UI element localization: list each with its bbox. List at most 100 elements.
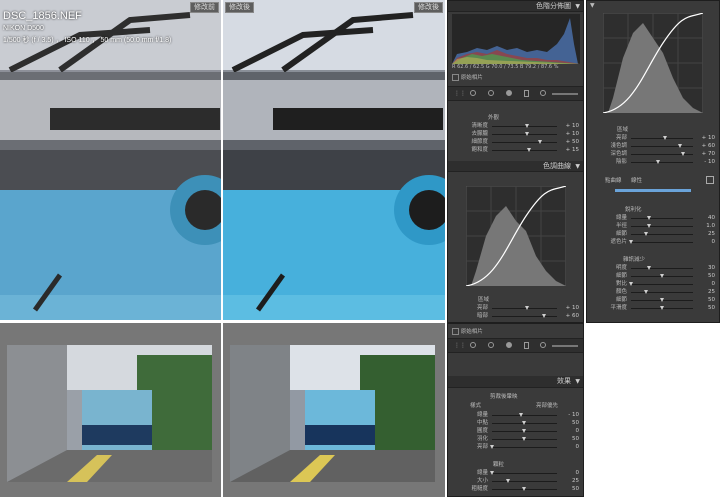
slider-value[interactable]: 25 (708, 288, 715, 296)
slider-thumb[interactable] (522, 437, 526, 441)
tone-curve-header[interactable]: 色調曲線 ▼ (448, 161, 583, 172)
slider-thumb[interactable] (659, 306, 664, 310)
slider-track[interactable] (631, 136, 693, 140)
slider-thumb[interactable] (656, 160, 661, 164)
slider-value[interactable]: + 10 (566, 304, 579, 312)
slider-track[interactable] (631, 216, 693, 220)
slider-track[interactable] (631, 144, 693, 148)
slider-thumb[interactable] (647, 266, 652, 270)
slider-track[interactable] (492, 132, 557, 136)
slider-track[interactable] (628, 240, 693, 244)
slider-row[interactable]: 細節 50 (587, 296, 719, 304)
slider-thumb[interactable] (644, 290, 648, 294)
slider-value[interactable]: + 15 (566, 146, 579, 154)
slider-row[interactable]: 細節 50 (587, 272, 719, 280)
slider-row[interactable]: 亮部 0 (448, 443, 583, 451)
slider-thumb[interactable] (522, 429, 526, 433)
slider-track[interactable] (631, 274, 693, 278)
slider-row[interactable]: 飽和度 + 15 (448, 146, 583, 154)
slider-track[interactable] (492, 140, 557, 144)
slider-row[interactable]: 陰影 - 10 (587, 158, 719, 166)
slider-track[interactable] (492, 437, 557, 441)
slider-row[interactable]: 遮色片 0 (587, 238, 719, 246)
spot-removal-icon[interactable] (488, 342, 494, 348)
slider-value[interactable]: - 10 (704, 158, 715, 166)
slider-track[interactable] (631, 224, 693, 228)
slider-row[interactable]: 中點 50 (448, 419, 583, 427)
slider-thumb[interactable] (489, 471, 494, 475)
slider-value[interactable]: 25 (572, 477, 579, 485)
slider-thumb[interactable] (525, 306, 530, 310)
slider-track[interactable] (492, 306, 557, 310)
radial-filter-icon[interactable] (540, 342, 546, 348)
collapse-triangle-icon[interactable]: ▼ (590, 2, 595, 9)
slider-row[interactable]: 細節 25 (587, 230, 719, 238)
slider-track[interactable] (492, 413, 557, 417)
after-full-image[interactable] (230, 345, 435, 482)
slider-row[interactable]: 顏色 25 (587, 288, 719, 296)
slider-track[interactable] (628, 282, 693, 286)
slider-value[interactable]: 0 (576, 443, 580, 451)
slider-thumb[interactable] (659, 298, 664, 302)
slider-track[interactable] (492, 124, 557, 128)
slider-thumb[interactable] (525, 132, 530, 136)
slider-track[interactable] (631, 232, 693, 236)
spot-removal-icon[interactable] (488, 90, 494, 96)
brush-slider-icon[interactable] (552, 345, 578, 347)
slider-value[interactable]: - 10 (568, 411, 579, 419)
slider-value[interactable]: 50 (572, 485, 579, 493)
slider-row[interactable]: 半徑 1.0 (587, 222, 719, 230)
slider-value[interactable]: + 50 (566, 138, 579, 146)
slider-thumb[interactable] (526, 148, 531, 152)
original-photo-row[interactable]: 原始相片 (452, 73, 483, 81)
slider-thumb[interactable] (538, 140, 543, 144)
slider-row[interactable]: 清晰度 + 10 (448, 122, 583, 130)
slider-thumb[interactable] (518, 413, 523, 417)
slider-row[interactable]: 圓度 0 (448, 427, 583, 435)
slider-row[interactable]: 細節度 + 50 (448, 138, 583, 146)
slider-thumb[interactable] (525, 124, 530, 128)
checkbox-icon[interactable] (452, 328, 459, 335)
crop-icon[interactable] (470, 90, 476, 96)
radial-filter-icon[interactable] (540, 90, 546, 96)
graduated-filter-icon[interactable] (524, 342, 529, 349)
slider-row[interactable]: 亮部 + 10 (448, 304, 583, 312)
slider-value[interactable]: + 60 (566, 312, 579, 320)
slider-track[interactable] (489, 471, 557, 475)
tone-curve-graph[interactable] (466, 186, 566, 286)
slider-value[interactable]: 25 (708, 230, 715, 238)
slider-value[interactable]: + 60 (702, 142, 715, 150)
slider-value[interactable]: + 10 (566, 130, 579, 138)
slider-row[interactable]: 粗糙度 50 (448, 485, 583, 493)
slider-track[interactable] (492, 421, 557, 425)
point-curve-value[interactable]: 線性 (631, 176, 642, 184)
slider-track[interactable] (492, 487, 557, 491)
slider-thumb[interactable] (681, 152, 686, 156)
slider-track[interactable] (492, 429, 557, 433)
slider-value[interactable]: 30 (708, 264, 715, 272)
grid-icon[interactable]: ⋮⋮ (454, 90, 466, 97)
slider-track[interactable] (631, 266, 693, 270)
slider-value[interactable]: 40 (708, 214, 715, 222)
slider-value[interactable]: 50 (572, 435, 579, 443)
slider-row[interactable]: 深色調 + 70 (587, 150, 719, 158)
target-adjust-icon[interactable] (706, 176, 714, 184)
slider-track[interactable] (631, 152, 693, 156)
right-tone-curve-graph[interactable] (603, 13, 703, 113)
slider-value[interactable]: + 70 (702, 150, 715, 158)
slider-value[interactable]: 50 (708, 296, 715, 304)
slider-row[interactable]: 羽化 50 (448, 435, 583, 443)
slider-thumb[interactable] (647, 224, 652, 228)
slider-thumb[interactable] (505, 479, 510, 483)
slider-track[interactable] (631, 298, 693, 302)
effects-header[interactable]: 效果 ▼ (448, 376, 583, 388)
crop-icon[interactable] (470, 342, 476, 348)
grid-icon[interactable]: ⋮⋮ (454, 342, 466, 349)
slider-track[interactable] (492, 148, 557, 152)
slider-row[interactable]: 大小 25 (448, 477, 583, 485)
slider-value[interactable]: 50 (572, 419, 579, 427)
slider-value[interactable]: 0 (712, 238, 716, 246)
slider-row[interactable]: 總量 0 (448, 469, 583, 477)
slider-track[interactable] (492, 479, 557, 483)
slider-thumb[interactable] (647, 216, 652, 220)
